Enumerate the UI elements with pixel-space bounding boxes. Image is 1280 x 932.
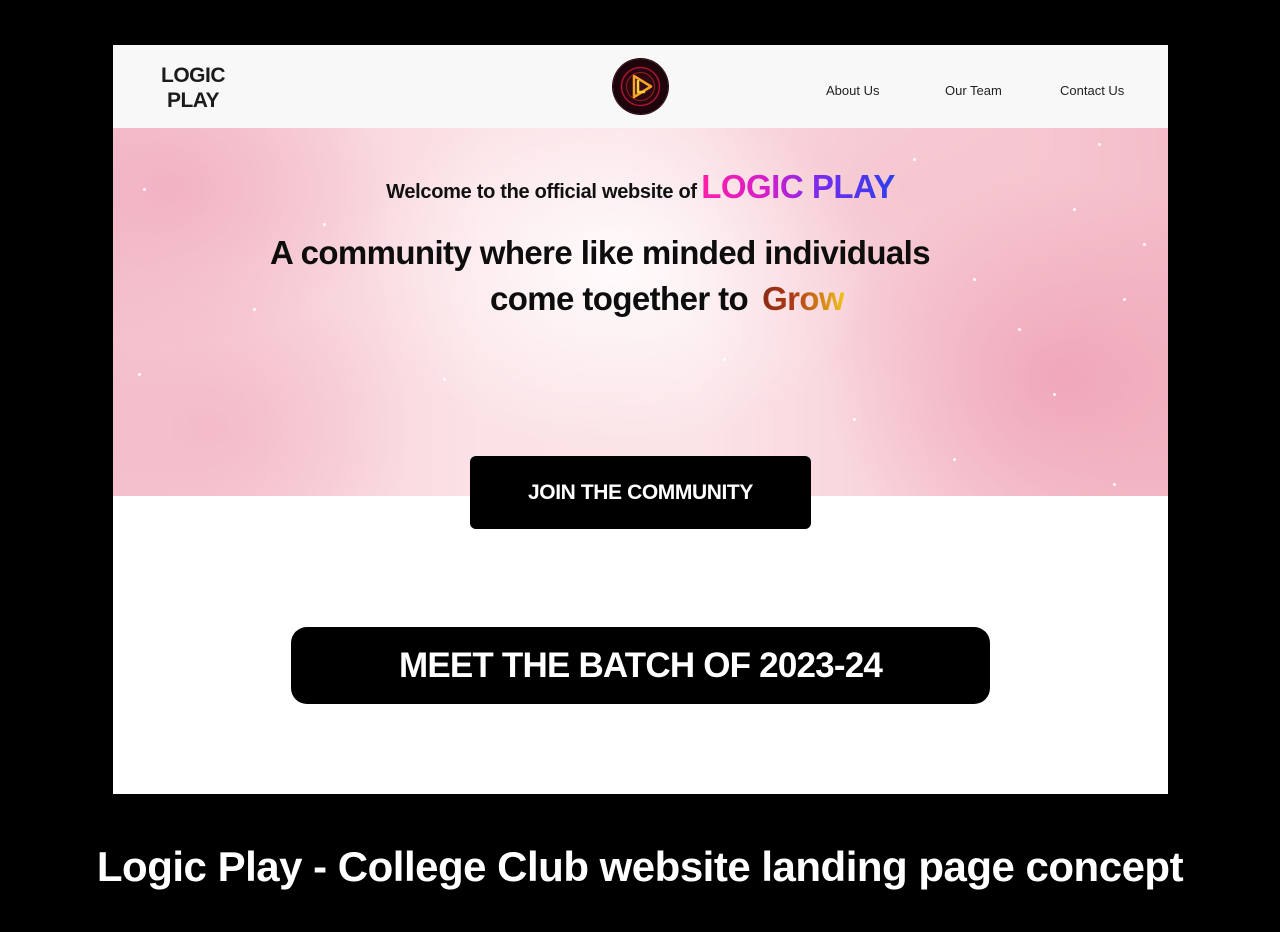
sparkle-decoration [853, 418, 856, 421]
sparkle-decoration [973, 278, 976, 281]
meet-batch-banner[interactable]: MEET THE BATCH OF 2023-24 [291, 627, 990, 704]
sparkle-decoration [443, 378, 446, 381]
sparkle-decoration [913, 158, 916, 161]
tagline-line2: come together to Grow [490, 276, 845, 322]
nav-about-us[interactable]: About Us [826, 83, 879, 98]
sparkle-decoration [1113, 483, 1116, 486]
landing-page-frame: LOGIC PLAY About Us Our Team Contact Us [113, 45, 1168, 794]
welcome-heading: Welcome to the official website of LOGIC… [113, 168, 1168, 206]
brand-line1: LOGIC [161, 64, 226, 87]
brand-line2: PLAY [166, 89, 220, 112]
brand-wordmark[interactable]: LOGIC PLAY [157, 63, 229, 113]
join-community-button[interactable]: JOIN THE COMMUNITY [470, 456, 811, 529]
welcome-brand-name: LOGIC PLAY [701, 168, 895, 205]
nav-our-team[interactable]: Our Team [945, 83, 1002, 98]
tagline-line1: A community where like minded individual… [270, 234, 931, 271]
sparkle-decoration [1123, 298, 1126, 301]
sparkle-decoration [1143, 243, 1146, 246]
sparkle-decoration [253, 308, 256, 311]
sparkle-decoration [323, 223, 326, 226]
hero-section: Welcome to the official website of LOGIC… [113, 128, 1168, 496]
sparkle-decoration [1053, 393, 1056, 396]
nav-contact-us[interactable]: Contact Us [1060, 83, 1124, 98]
sparkle-decoration [138, 373, 141, 376]
sparkle-decoration [1018, 328, 1021, 331]
play-logo-icon[interactable] [613, 59, 668, 114]
sparkle-decoration [723, 358, 726, 361]
tagline-line2-text: come together to [490, 280, 749, 317]
site-header: LOGIC PLAY About Us Our Team Contact Us [113, 45, 1168, 128]
tagline-highlight-grow: Grow [762, 280, 845, 317]
sparkle-decoration [1098, 143, 1101, 146]
sparkle-decoration [1073, 208, 1076, 211]
welcome-text: Welcome to the official website of [386, 181, 697, 203]
image-caption: Logic Play - College Club website landin… [96, 843, 1184, 890]
